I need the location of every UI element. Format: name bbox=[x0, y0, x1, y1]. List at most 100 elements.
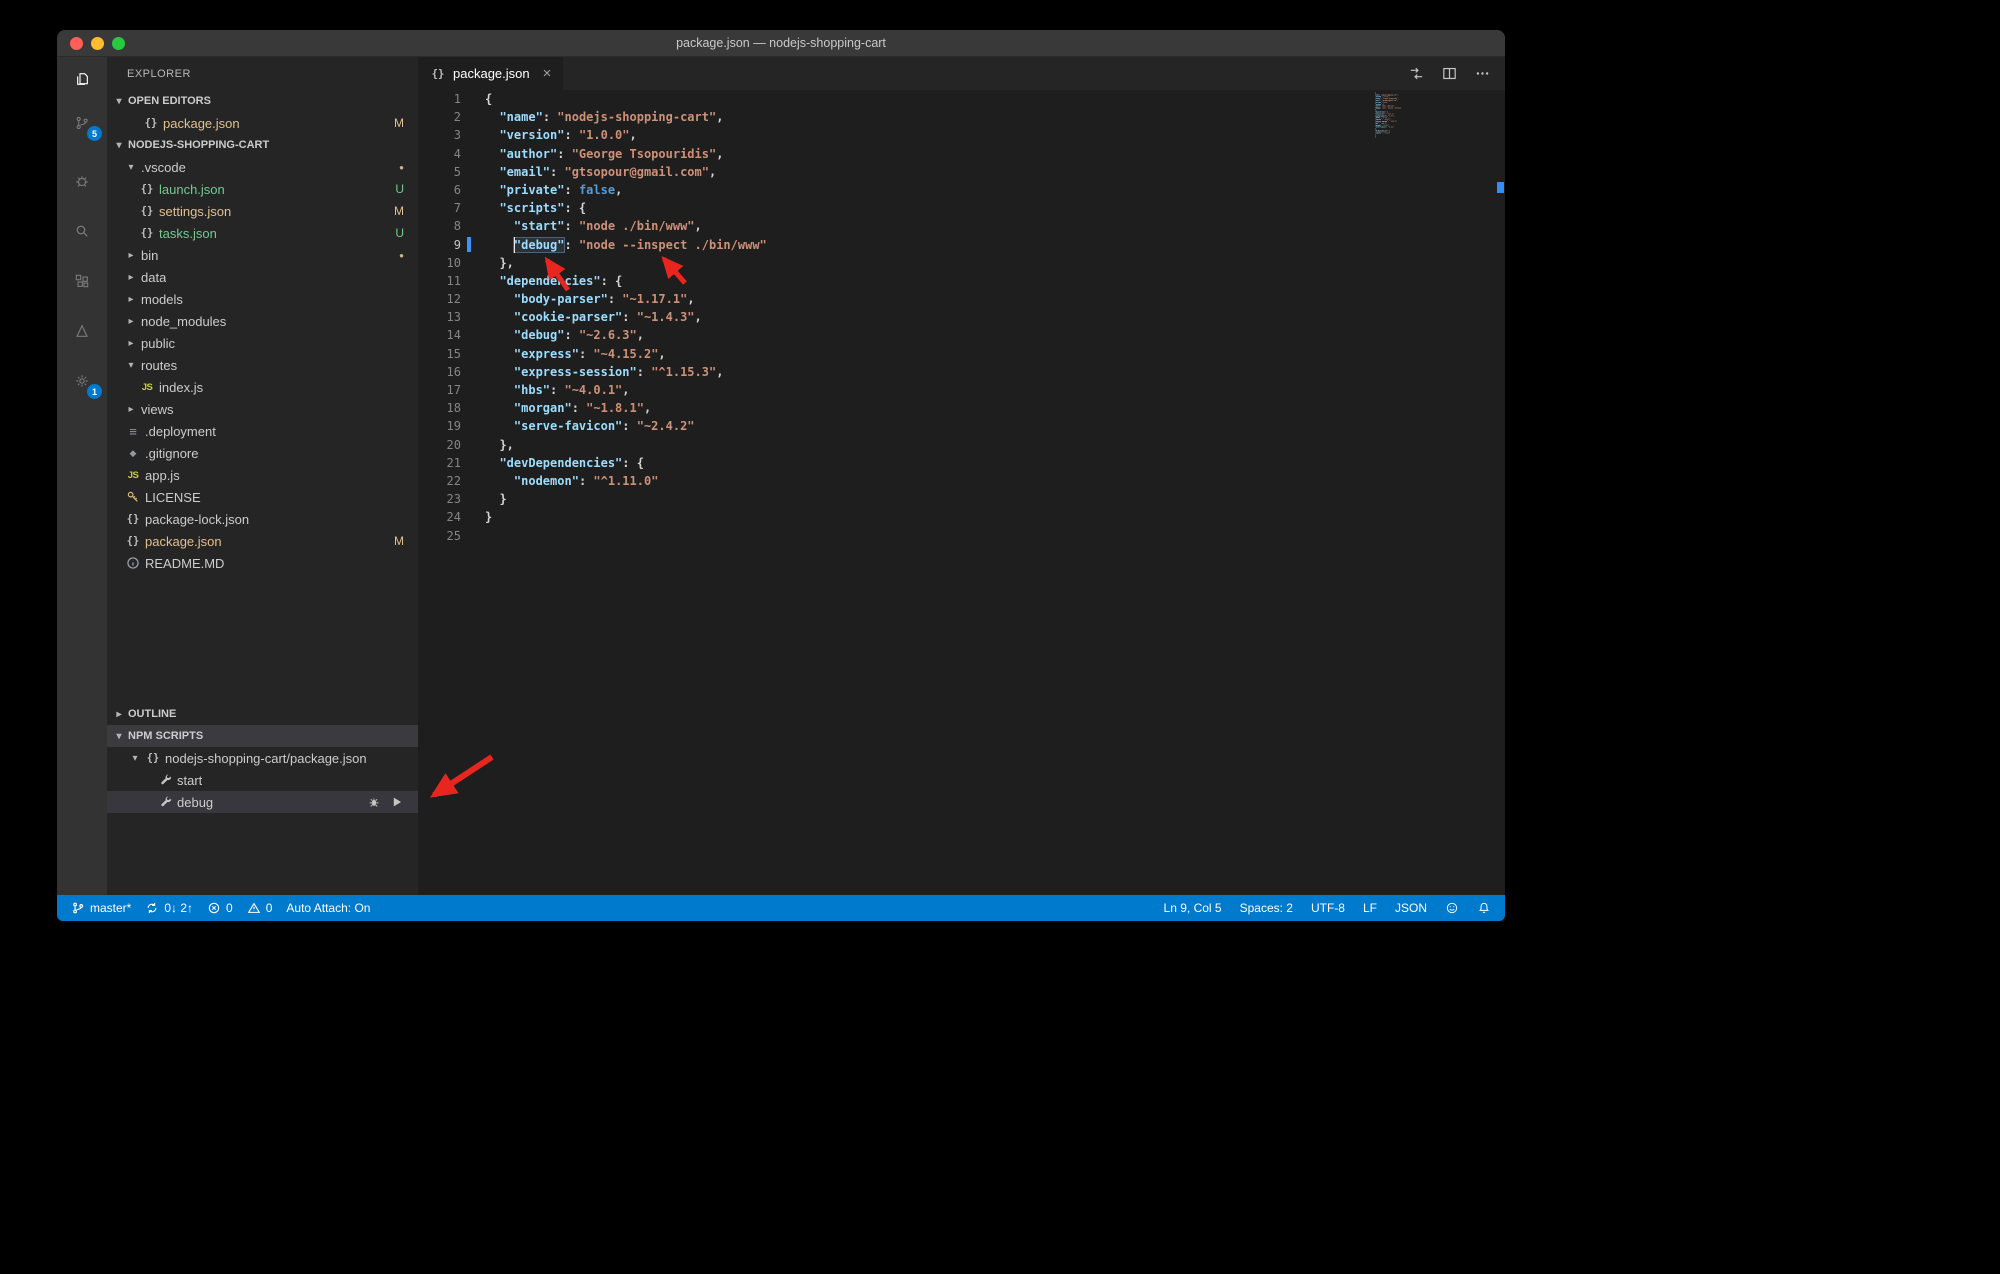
tree-item-settings-json[interactable]: {} settings.json M bbox=[107, 200, 418, 222]
info-icon bbox=[125, 555, 141, 571]
line-number: 17 bbox=[446, 383, 461, 397]
tree-item-readme-md[interactable]: README.MD bbox=[107, 552, 418, 574]
tree-item-models[interactable]: ▸ models bbox=[107, 288, 418, 310]
git-status-badge: U bbox=[395, 226, 404, 240]
status-eol[interactable]: LF bbox=[1363, 901, 1377, 915]
open-editors-list: {} package.json M bbox=[107, 112, 418, 134]
list-icon: ≡ bbox=[129, 423, 137, 439]
tree-item-index-js[interactable]: JS index.js bbox=[107, 376, 418, 398]
tree-item-views[interactable]: ▸ views bbox=[107, 398, 418, 420]
tree-item-deployment[interactable]: ≡ .deployment bbox=[107, 420, 418, 442]
status-warnings[interactable]: 0 bbox=[247, 901, 273, 915]
code-editor[interactable]: 1 2 3 4 5 6 7 8 9 10 11 12 13 14 15 16 17 18 19 20 21 22 23 24 2… bbox=[418, 90, 1505, 895]
json-icon: {} bbox=[140, 205, 154, 217]
status-git-branch[interactable]: master* bbox=[71, 901, 131, 915]
tree-item-license[interactable]: LICENSE bbox=[107, 486, 418, 508]
open-editors-header[interactable]: ▾ OPEN EDITORS bbox=[107, 90, 418, 112]
item-label: LICENSE bbox=[145, 489, 201, 505]
error-icon bbox=[207, 901, 221, 915]
minimap[interactable]: { "name": "nodejs-shopping-cart", "versi… bbox=[1375, 92, 1425, 146]
activity-bar-item-search[interactable] bbox=[57, 209, 107, 253]
active-line-gutter-marker bbox=[467, 237, 471, 252]
tree-item-package-json[interactable]: {} package.json M bbox=[107, 530, 418, 552]
play-icon[interactable] bbox=[390, 795, 404, 809]
code-line: "morgan": "~1.8.1", bbox=[513, 401, 652, 416]
zoom-window-button[interactable] bbox=[112, 37, 125, 50]
npm-script-debug[interactable]: debug bbox=[107, 791, 418, 813]
activity-bar-item-azure[interactable] bbox=[57, 309, 107, 353]
status-language-mode[interactable]: JSON bbox=[1395, 901, 1427, 915]
modified-contents-dot: ● bbox=[399, 250, 404, 260]
item-label: start bbox=[177, 772, 203, 788]
chevron-down-icon: ▾ bbox=[116, 139, 122, 151]
more-icon[interactable] bbox=[1474, 65, 1491, 82]
status-text: JSON bbox=[1394, 901, 1427, 915]
status-encoding[interactable]: UTF-8 bbox=[1311, 901, 1345, 915]
code-line: "debug": "~2.6.3", bbox=[513, 328, 644, 343]
tree-item-vscode[interactable]: ▾ .vscode ● bbox=[107, 156, 418, 178]
status-cursor-position[interactable]: Ln 9, Col 5 bbox=[1164, 901, 1222, 915]
file-tree: ▾ .vscode ●{} launch.json U{} settings.json M{… bbox=[107, 156, 418, 574]
activity-bar-item-debug[interactable] bbox=[57, 159, 107, 203]
npm-scripts-header[interactable]: ▾ NPM SCRIPTS bbox=[107, 725, 418, 747]
item-label: models bbox=[141, 291, 183, 307]
code-line: } bbox=[485, 492, 507, 507]
code-line: "scripts": { bbox=[499, 201, 587, 216]
status-text: 0 bbox=[265, 901, 273, 915]
json-icon: {} bbox=[140, 183, 154, 195]
tree-item-app-js[interactable]: JS app.js bbox=[107, 464, 418, 486]
code-content[interactable]: { "name": "nodejs-shopping-cart", "versi… bbox=[485, 90, 1505, 895]
tree-item-package-lock-json[interactable]: {} package-lock.json bbox=[107, 508, 418, 530]
workbench: 5 1 EXPLORER ▾ OPEN EDITORS {} package.jso… bbox=[57, 57, 1505, 895]
tree-item-gitignore[interactable]: ◆ .gitignore bbox=[107, 442, 418, 464]
tree-item-public[interactable]: ▸ public bbox=[107, 332, 418, 354]
status-text: 0↓ 2↑ bbox=[164, 901, 194, 915]
line-number: 1 bbox=[453, 92, 461, 106]
project-root-header[interactable]: ▾ NODEJS-SHOPPING-CART bbox=[107, 134, 418, 156]
activity-bar-item-explorer[interactable] bbox=[57, 57, 107, 101]
js-icon: JS bbox=[127, 469, 139, 481]
activity-bar-item-settings[interactable]: 1 bbox=[57, 359, 107, 403]
chevron-down-icon: ▾ bbox=[116, 730, 122, 742]
tree-item-node-modules[interactable]: ▸ node_modules bbox=[107, 310, 418, 332]
js-icon: JS bbox=[141, 381, 153, 393]
open-editor-package-json[interactable]: {} package.json M bbox=[107, 112, 418, 134]
line-number: 23 bbox=[446, 492, 461, 507]
activity-bar-item-extensions[interactable] bbox=[57, 259, 107, 303]
activity-bar-item-source-control[interactable]: 5 bbox=[57, 101, 107, 145]
status-indentation[interactable]: Spaces: 2 bbox=[1240, 901, 1293, 915]
item-label: launch.json bbox=[159, 181, 225, 197]
npm-script-start[interactable]: start bbox=[107, 769, 418, 791]
status-sync-status[interactable]: 0↓ 2↑ bbox=[145, 901, 193, 915]
git-status-badge: U bbox=[395, 182, 404, 196]
line-number: 19 bbox=[446, 419, 461, 434]
tree-item-launch-json[interactable]: {} launch.json U bbox=[107, 178, 418, 200]
azure-icon bbox=[74, 323, 90, 339]
close-tab-icon[interactable]: × bbox=[543, 65, 552, 82]
status-text: master* bbox=[90, 901, 132, 915]
status-text: LF bbox=[1362, 901, 1377, 915]
sidebar-title: EXPLORER bbox=[127, 67, 191, 80]
tree-item-routes[interactable]: ▾ routes bbox=[107, 354, 418, 376]
close-window-button[interactable] bbox=[70, 37, 83, 50]
split-editor-icon[interactable] bbox=[1441, 65, 1458, 82]
json-icon: {} bbox=[144, 117, 158, 129]
outline-header[interactable]: ▸ OUTLINE bbox=[107, 703, 418, 725]
status-notifications[interactable] bbox=[1477, 901, 1491, 915]
tree-item-tasks-json[interactable]: {} tasks.json U bbox=[107, 222, 418, 244]
status-auto-attach[interactable]: Auto Attach: On bbox=[286, 901, 370, 915]
bug-icon[interactable] bbox=[367, 795, 381, 809]
status-errors[interactable]: 0 bbox=[207, 901, 233, 915]
code-line: "body-parser": "~1.17.1", bbox=[513, 292, 695, 307]
npm-script-nodejs-shopping-cart-package-json[interactable]: ▾ {} nodejs-shopping-cart/package.json bbox=[107, 747, 418, 769]
tree-item-bin[interactable]: ▸ bin ● bbox=[107, 244, 418, 266]
minimize-window-button[interactable] bbox=[91, 37, 104, 50]
status-feedback[interactable] bbox=[1445, 901, 1459, 915]
tab-package-json[interactable]: {} package.json × bbox=[418, 57, 564, 90]
code-line: "email": "gtsopour@gmail.com", bbox=[499, 164, 717, 179]
open-changes-icon[interactable] bbox=[1408, 65, 1425, 82]
item-label: app.js bbox=[145, 467, 180, 483]
tree-item-data[interactable]: ▸ data bbox=[107, 266, 418, 288]
chevron-down-icon: ▾ bbox=[132, 752, 138, 764]
git-status-badge: M bbox=[394, 204, 404, 218]
